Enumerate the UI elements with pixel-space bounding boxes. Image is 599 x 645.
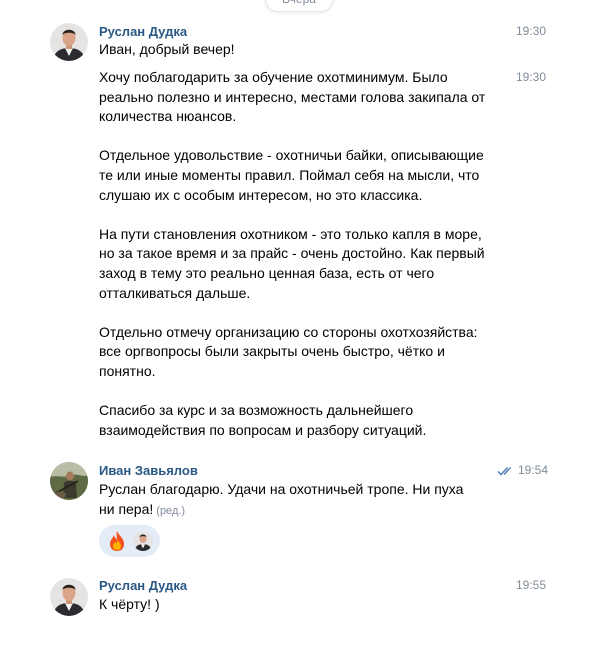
reactor-avatar (133, 531, 153, 551)
text-line: Спасибо за курс и за возможность дальней… (99, 402, 414, 419)
text-line: Отдельно отмечу организацию со стороны о… (99, 323, 478, 340)
text-line: слушаю их с особым интересом, но это кла… (99, 186, 423, 203)
avatar-ivan[interactable] (50, 462, 88, 500)
text-line: Отдельное удовольствие - охотничьи байки… (99, 147, 484, 164)
message-time: 19:55 (516, 578, 547, 592)
fire-emoji-icon (110, 531, 124, 551)
message-text: К чёрту! ) (99, 596, 160, 612)
message-body: Руслан благодарю. Удачи на охотничьей тр… (99, 480, 463, 521)
avatar-ruslan[interactable] (50, 578, 88, 616)
text-line: но за такое время и за прайс - очень дос… (99, 245, 485, 262)
message-body: Хочу поблагодарить за обучение охотминим… (99, 68, 485, 440)
text-fragment: ни пера! (99, 500, 154, 517)
author-name[interactable]: Руслан Дудка (99, 24, 187, 39)
message-text: Иван, добрый вечер! (99, 41, 235, 57)
text-line: все оргвопросы были закрыты очень быстро… (99, 343, 445, 360)
text-line: Хочу поблагодарить за обучение охотминим… (99, 69, 448, 85)
text-line: На пути становления охотником - это толь… (99, 225, 482, 242)
text-line: количества нюансов. (99, 108, 237, 125)
text-line: заход в тему это реально ценная база, ес… (99, 264, 435, 281)
avatar-ruslan[interactable] (50, 23, 88, 61)
edited-label[interactable]: (ред.) (156, 505, 185, 517)
message-time: 19:30 (516, 24, 547, 38)
date-separator: Вчера (265, 0, 333, 12)
text-line: отталкиваться дальше. (99, 284, 251, 301)
message-time: 19:30 (516, 70, 547, 84)
message-time: 19:54 (518, 463, 549, 477)
text-line: те или иные моменты правил. Поймал себя … (99, 166, 480, 183)
text-line: Руслан благодарю. Удачи на охотничьей тр… (99, 481, 464, 497)
text-line: ни пера! (ред.) (99, 500, 463, 522)
reaction-chip[interactable] (99, 525, 160, 557)
text-line: реально полезно и интересно, местами гол… (99, 88, 486, 105)
read-check-icon (497, 466, 512, 476)
text-line: взаимодействия по вопросам и разбору сит… (99, 421, 427, 438)
text-line: понятно. (99, 362, 156, 379)
author-name[interactable]: Иван Завьялов (99, 463, 198, 478)
author-name[interactable]: Руслан Дудка (99, 578, 187, 593)
